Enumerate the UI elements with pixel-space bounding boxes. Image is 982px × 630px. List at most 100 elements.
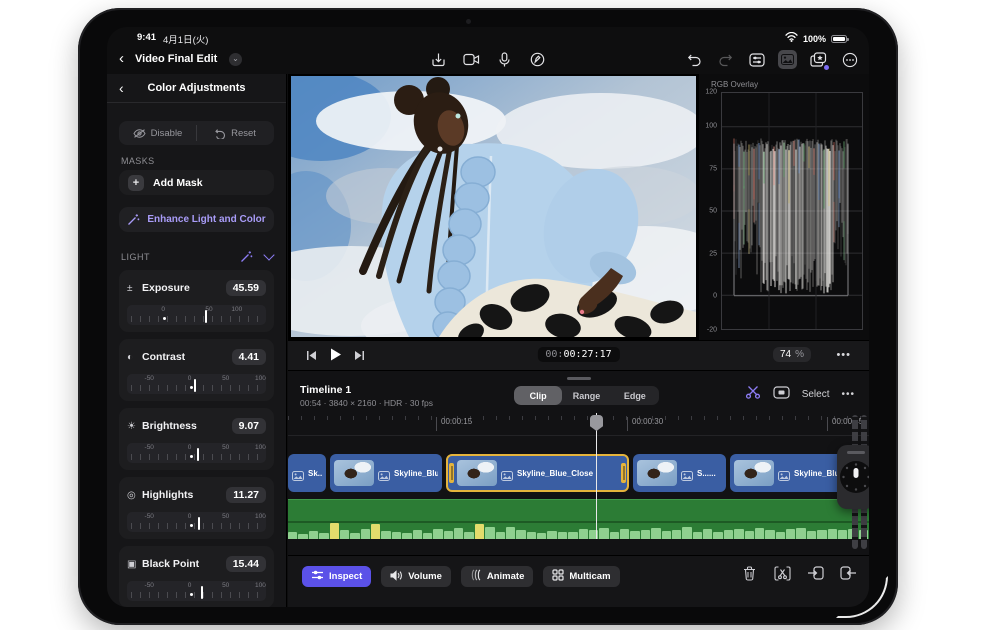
- timeline-ruler[interactable]: 00:00:15 00:00:30 00:00:45: [288, 413, 869, 436]
- playhead-line[interactable]: [596, 413, 597, 539]
- jog-drag-handle[interactable]: [847, 451, 865, 454]
- video-frame: [291, 76, 696, 337]
- light-sliders: ± Exposure 45.59 0 50 100 ◐ Contrast 4.41 -50 0 50 1…: [119, 270, 274, 607]
- pencil-icon[interactable]: [528, 50, 547, 69]
- media-browser-icon[interactable]: [778, 50, 797, 69]
- slider-value[interactable]: 9.07: [231, 418, 266, 434]
- app-screen: 9:41 4月1日(火) 100% ‹ Video Final Edit ⌄ ‹…: [107, 27, 869, 607]
- timeline-more-icon[interactable]: •••: [841, 389, 855, 400]
- mode-clip[interactable]: Clip: [514, 386, 563, 405]
- reset-button[interactable]: Reset: [197, 121, 274, 145]
- app-toolbar: ‹ Video Final Edit ⌄: [107, 47, 869, 74]
- clip-skyline_blue_close[interactable]: Skyline_Blue_Close: [446, 454, 629, 492]
- slider-indicator[interactable]: [200, 586, 203, 599]
- panel-back-icon[interactable]: ‹: [119, 80, 124, 96]
- bezel-reflection: [836, 576, 888, 618]
- inspect-icon: [311, 569, 324, 584]
- slider-highlights: ◎ Highlights 11.27 -50 0 50 100: [119, 477, 274, 539]
- project-title[interactable]: Video Final Edit: [135, 53, 217, 65]
- enhance-label: Enhance Light and Color: [147, 214, 266, 225]
- audio-track[interactable]: [288, 499, 869, 539]
- slider-indicator[interactable]: [197, 517, 200, 530]
- volume-icon: [390, 569, 403, 584]
- viewer-more-icon[interactable]: •••: [836, 349, 851, 361]
- insert-clip-icon[interactable]: [806, 564, 824, 582]
- color-adjustments-panel: ‹ Color Adjustments Disable Reset MASKS: [107, 74, 287, 607]
- clip-thumbnail: [457, 460, 497, 486]
- jog-dial-panel[interactable]: [837, 445, 869, 509]
- camera-icon[interactable]: [462, 50, 481, 69]
- adjustments-icon[interactable]: [747, 50, 766, 69]
- scope-tick-label: 25: [709, 250, 717, 257]
- timecode-value: 00:27:17: [563, 349, 612, 360]
- microphone-icon[interactable]: [495, 50, 514, 69]
- enhance-light-color-button[interactable]: Enhance Light and Color: [119, 207, 274, 232]
- project-menu-chevron-icon[interactable]: ⌄: [229, 53, 242, 66]
- slider-label: Contrast: [142, 351, 186, 363]
- slider-value[interactable]: 45.59: [225, 280, 266, 296]
- clip-skyline_blue_wide[interactable]: Skyline_Blue_Wide: [330, 454, 442, 492]
- slider-track[interactable]: -50 0 50 100: [127, 581, 266, 601]
- slider-value[interactable]: 11.27: [226, 487, 266, 503]
- disable-button[interactable]: Disable: [119, 121, 196, 145]
- slider-label: Exposure: [142, 282, 190, 294]
- ruler-timecode: 00:00:30: [627, 417, 663, 431]
- timeline-panel: Timeline 1 00:54 · 3840 × 2160 · HDR · 3…: [288, 371, 869, 607]
- skip-forward-icon[interactable]: [354, 348, 365, 366]
- inspect-button[interactable]: Inspect: [302, 566, 372, 587]
- clip-media-icon: [292, 468, 304, 481]
- more-icon[interactable]: [840, 50, 859, 69]
- slider-value[interactable]: 15.44: [225, 556, 266, 572]
- clip-name: S......: [697, 468, 716, 478]
- clip-sk-[interactable]: Sk......: [288, 454, 326, 492]
- ruler-timecode: 00:00:15: [436, 417, 472, 431]
- slider-track[interactable]: -50 0 50 100: [127, 443, 266, 463]
- mode-edge[interactable]: Edge: [611, 386, 659, 405]
- slider-track[interactable]: -50 0 50 100: [127, 512, 266, 532]
- trim-handle-right[interactable]: [621, 463, 626, 483]
- play-icon[interactable]: [328, 347, 343, 367]
- clip-name: Sk......: [308, 468, 322, 478]
- timecode-display[interactable]: 00:00:27:17: [537, 347, 620, 362]
- multicam-button[interactable]: Multicam: [543, 566, 620, 587]
- back-icon[interactable]: ‹: [119, 51, 124, 67]
- toolbar-right-icons: [685, 50, 859, 70]
- audio-waveform: [288, 522, 869, 539]
- light-section-header[interactable]: LIGHT: [121, 249, 275, 263]
- export-icon[interactable]: [429, 50, 448, 69]
- split-clip-icon[interactable]: [773, 564, 791, 582]
- scope-tick-label: 120: [705, 88, 717, 96]
- slider-brightness: ☀ Brightness 9.07 -50 0 50 100: [119, 408, 274, 470]
- magic-wand-icon: [128, 214, 140, 225]
- video-viewer[interactable]: [288, 74, 699, 340]
- clip-s-[interactable]: S......: [633, 454, 726, 492]
- scope-tick-label: -20: [706, 326, 717, 334]
- timeline-drag-handle[interactable]: [566, 377, 591, 380]
- trim-handle-left[interactable]: [449, 463, 454, 483]
- volume-button[interactable]: Volume: [381, 566, 451, 587]
- slider-indicator[interactable]: [196, 448, 199, 461]
- slider-indicator[interactable]: [193, 379, 196, 392]
- blade-split-icon[interactable]: [745, 385, 761, 404]
- skip-back-icon[interactable]: [306, 348, 317, 366]
- add-mask-button[interactable]: + Add Mask: [119, 170, 274, 195]
- slider-value[interactable]: 4.41: [231, 349, 266, 365]
- select-button[interactable]: Select: [802, 389, 830, 400]
- animate-button[interactable]: Animate: [460, 566, 534, 587]
- slider-indicator[interactable]: [204, 310, 207, 323]
- transport-bar: 00:00:27:17 74 % •••: [288, 340, 869, 371]
- trash-icon[interactable]: [740, 564, 758, 582]
- timeline-overview-icon[interactable]: [773, 385, 790, 404]
- slider-black-point: ▣ Black Point 15.44 -50 0 50 100: [119, 546, 274, 607]
- undo-icon[interactable]: [685, 50, 704, 69]
- jog-dial-icon[interactable]: [839, 460, 869, 494]
- scope-tick-label: 0: [713, 292, 717, 300]
- effects-icon[interactable]: [809, 50, 829, 70]
- masks-heading: MASKS: [121, 156, 155, 166]
- slider-track[interactable]: 0 50 100: [127, 305, 266, 325]
- slider-track[interactable]: -50 0 50 100: [127, 374, 266, 394]
- scope-tick-label: 100: [705, 122, 717, 130]
- mode-range[interactable]: Range: [562, 386, 610, 405]
- viewer-zoom-control[interactable]: 74 %: [772, 347, 811, 362]
- clip-thumbnail: [334, 460, 374, 486]
